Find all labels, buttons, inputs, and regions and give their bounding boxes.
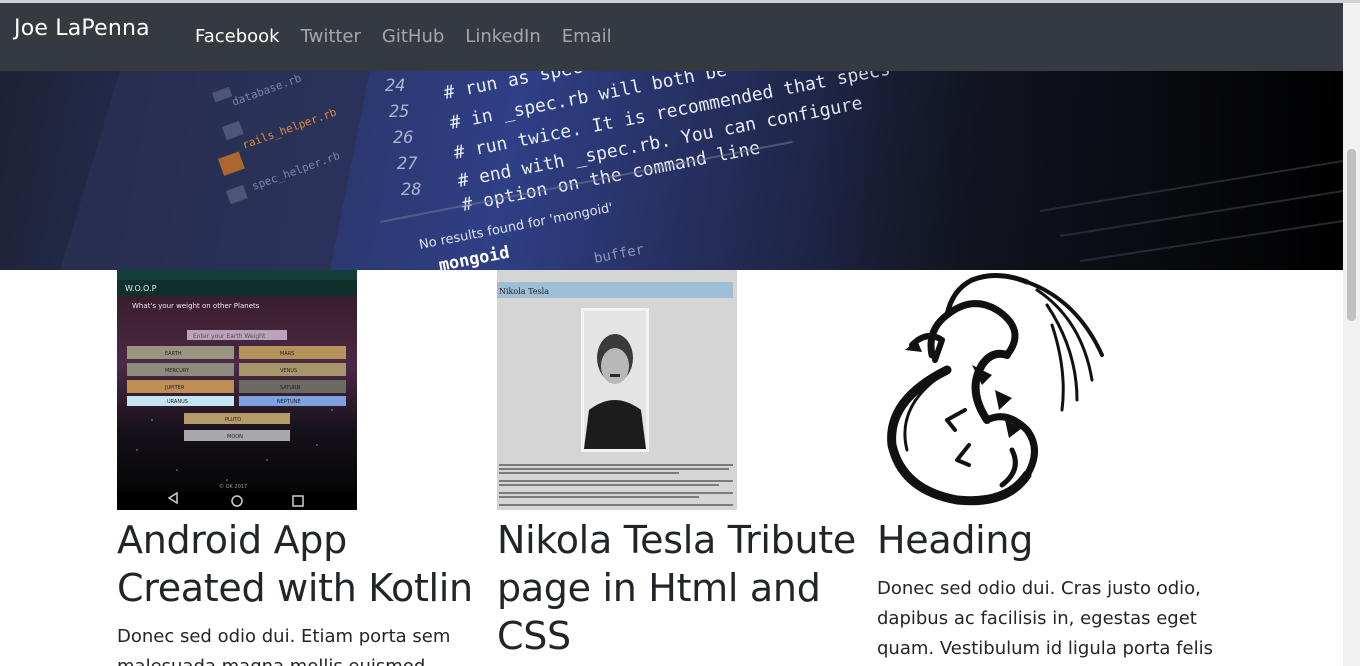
code-line-number: 24	[385, 76, 405, 96]
tesla-page-title: Nikola Tesla	[499, 287, 549, 296]
planet-label: MERCURY	[165, 368, 190, 374]
app-question: What's your weight on other Planets	[132, 302, 260, 310]
hero-banner-image: database.rb rails_helper.rb spec_helper.…	[0, 71, 1343, 270]
project-card: Heading Donec sed odio dui. Cras justo o…	[877, 270, 1237, 664]
planet-label: EARTH	[165, 351, 182, 357]
planet-label: MARS	[280, 351, 294, 357]
code-buffer-label: buffer	[593, 242, 646, 267]
project-card: W.O.O.P What's your weight on other Plan…	[117, 270, 477, 666]
page-scrollbar[interactable]	[1343, 3, 1360, 666]
planet-label: NEPTUNE	[277, 399, 301, 405]
code-line-number: 27	[397, 154, 418, 174]
scrollbar-thumb[interactable]	[1347, 149, 1356, 321]
app-input-hint: Enter your Earth Weight	[193, 333, 266, 340]
planet-label: SATURN	[280, 385, 300, 391]
card-title: Android App Created with Kotlin	[117, 518, 473, 610]
planet-label: PLUTO	[225, 417, 241, 423]
app-title: W.O.O.P	[125, 284, 157, 293]
code-line-number: 28	[401, 180, 421, 200]
code-line-number: 26	[393, 128, 413, 148]
card-title: Heading	[877, 518, 1034, 562]
app-footer: © OK 2017	[219, 483, 247, 490]
android-app-screenshot[interactable]: W.O.O.P What's your weight on other Plan…	[117, 270, 357, 510]
card-text: Donec sed odio dui. Etiam porta sem male…	[117, 626, 451, 666]
dragon-logo-image[interactable]	[877, 270, 1117, 510]
tesla-page-screenshot[interactable]: Nikola Tesla	[497, 270, 737, 510]
code-line-number: 25	[389, 102, 409, 122]
project-card: Nikola Tesla Nikola Tesla Tribute page i…	[497, 270, 857, 660]
nav-links: Facebook Twitter GitHub LinkedIn Email	[195, 26, 633, 47]
code-screen-illustration: database.rb rails_helper.rb spec_helper.…	[60, 71, 1343, 270]
nav-link-github[interactable]: GitHub	[382, 26, 444, 47]
nav-link-twitter[interactable]: Twitter	[301, 26, 361, 47]
card-title: Nikola Tesla Tribute page in Html and CS…	[497, 518, 856, 658]
nav-link-linkedin[interactable]: LinkedIn	[465, 26, 540, 47]
planet-label: VENUS	[280, 368, 297, 374]
nav-link-facebook[interactable]: Facebook	[195, 26, 280, 47]
navbar: Joe LaPenna Facebook Twitter GitHub Link…	[0, 3, 1343, 71]
planet-label: URANUS	[167, 399, 188, 405]
planet-label: JUPITER	[164, 385, 185, 391]
planet-label: MOON	[227, 434, 243, 440]
card-text: Donec sed odio dui. Cras justo odio, dap…	[877, 578, 1213, 659]
nav-link-email[interactable]: Email	[562, 26, 612, 47]
brand-link[interactable]: Joe LaPenna	[14, 16, 150, 41]
